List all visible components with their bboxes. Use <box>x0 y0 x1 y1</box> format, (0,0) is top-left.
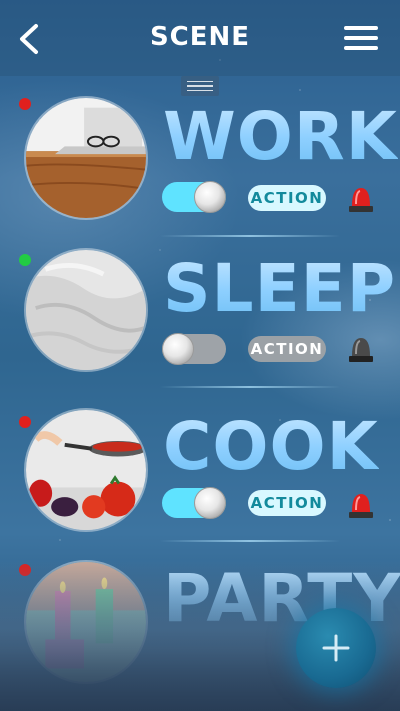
status-dot <box>19 98 31 110</box>
app-header: SCENE <box>0 0 400 76</box>
red-siren-icon[interactable] <box>348 182 374 214</box>
hamburger-menu-icon <box>344 26 378 30</box>
toggle-knob <box>162 333 194 365</box>
gray-siren-icon[interactable] <box>348 332 374 364</box>
bed-sheets-image <box>26 250 146 370</box>
scene-photo-party[interactable] <box>24 560 148 684</box>
menu-button[interactable] <box>344 26 378 54</box>
scene-row-cook[interactable]: COOK ACTION <box>0 400 400 550</box>
action-button[interactable]: ACTION <box>248 490 326 516</box>
scene-name: SLEEP <box>163 250 397 327</box>
scene-row-work[interactable]: WORK ACTION <box>0 92 400 242</box>
laptop-desk-image <box>26 98 146 218</box>
divider <box>160 235 340 237</box>
scene-photo-cook[interactable] <box>24 408 148 532</box>
divider <box>160 540 340 542</box>
divider <box>160 386 340 388</box>
scene-toggle[interactable] <box>162 487 226 519</box>
scene-photo-sleep[interactable] <box>24 248 148 372</box>
toggle-knob <box>194 487 226 519</box>
red-siren-icon[interactable] <box>348 488 374 520</box>
status-dot <box>19 416 31 428</box>
scene-toggle[interactable] <box>162 333 226 365</box>
scene-toggle[interactable] <box>162 181 226 213</box>
plus-icon <box>322 634 350 662</box>
action-button[interactable]: ACTION <box>248 185 326 211</box>
status-dot <box>19 254 31 266</box>
scene-row-sleep[interactable]: SLEEP ACTION <box>0 246 400 396</box>
add-scene-button[interactable] <box>296 608 376 688</box>
scene-name: WORK <box>163 98 398 175</box>
party-candles-image <box>26 562 146 682</box>
cooking-vegetables-image <box>26 410 146 530</box>
scene-photo-work[interactable] <box>24 96 148 220</box>
action-button[interactable]: ACTION <box>248 336 326 362</box>
toggle-knob <box>194 181 226 213</box>
status-dot <box>19 564 31 576</box>
scene-name: COOK <box>163 408 379 485</box>
page-title: SCENE <box>149 22 251 52</box>
